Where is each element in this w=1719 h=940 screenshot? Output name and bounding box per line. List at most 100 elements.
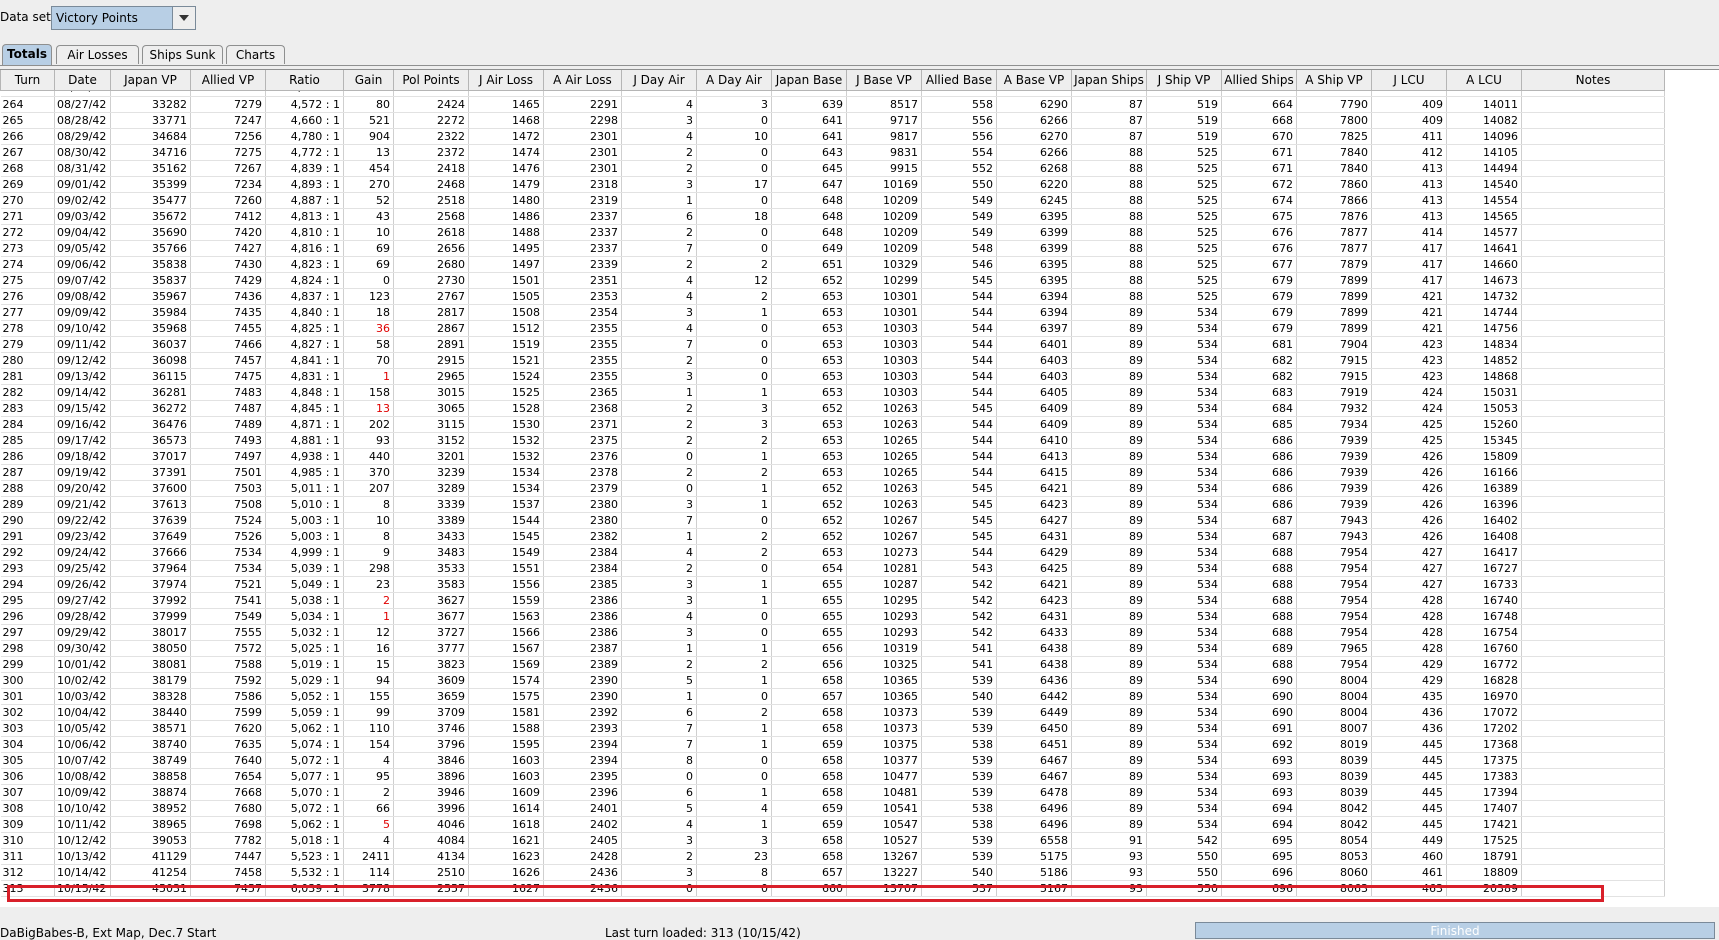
table-cell: 93 bbox=[1071, 864, 1147, 881]
table-row[interactable]: 270 09/02/42 35477 7260 4,887 : 1 52 2518 1480 2… bbox=[0, 192, 1665, 209]
table-row[interactable]: 273 09/05/42 35766 7427 4,816 : 1 69 2656 1495 2… bbox=[0, 240, 1665, 257]
table-row[interactable]: 283 09/15/42 36272 7487 4,845 : 1 13 3065 1528 2… bbox=[0, 400, 1665, 417]
table-cell: 8019 bbox=[1296, 736, 1372, 753]
column-header[interactable]: Allied Base bbox=[921, 70, 997, 91]
chevron-down-icon[interactable] bbox=[172, 7, 195, 29]
table-cell: 409 bbox=[1371, 96, 1447, 113]
table-cell: 521 bbox=[343, 112, 394, 129]
table-row[interactable]: 298 09/30/42 38050 7572 5,025 : 1 16 3777 1567 2… bbox=[0, 640, 1665, 657]
tab-ships-sunk[interactable]: Ships Sunk bbox=[142, 45, 223, 64]
table-row[interactable]: 269 09/01/42 35399 7234 4,893 : 1 270 2468 1479… bbox=[0, 176, 1665, 193]
table-row[interactable]: 309 10/11/42 38965 7698 5,062 : 1 5 4046 1618 24… bbox=[0, 816, 1665, 833]
column-header[interactable]: J Base VP bbox=[846, 70, 922, 91]
table-row[interactable]: 303 10/05/42 38571 7620 5,062 : 1 110 3746 1588… bbox=[0, 720, 1665, 737]
table-row[interactable]: 293 09/25/42 37964 7534 5,039 : 1 298 3533 1551… bbox=[0, 560, 1665, 577]
table-row[interactable]: 300 10/02/42 38179 7592 5,029 : 1 94 3609 1574 2… bbox=[0, 672, 1665, 689]
table-row[interactable]: 296 09/28/42 37999 7549 5,034 : 1 1 3677 1563 23… bbox=[0, 608, 1665, 625]
table-row[interactable]: 279 09/11/42 36037 7466 4,827 : 1 58 2891 1519 2… bbox=[0, 336, 1665, 353]
table-cell: 5 bbox=[343, 816, 394, 833]
column-header[interactable]: A Air Loss bbox=[543, 70, 622, 91]
table-cell: 538 bbox=[921, 816, 997, 833]
column-header[interactable]: J Air Loss bbox=[468, 70, 544, 91]
column-header[interactable]: J Day Air bbox=[621, 70, 697, 91]
column-header[interactable]: Allied VP bbox=[190, 70, 266, 91]
tab-charts[interactable]: Charts bbox=[226, 45, 285, 64]
table-row[interactable]: 278 09/10/42 35968 7455 4,825 : 1 36 2867 1512 2… bbox=[0, 320, 1665, 337]
table-row[interactable]: 266 08/29/42 34684 7256 4,780 : 1 904 2322 1472… bbox=[0, 128, 1665, 145]
column-header[interactable]: Gain bbox=[343, 70, 394, 91]
column-header[interactable]: Japan Base bbox=[771, 70, 847, 91]
table-row[interactable]: 310 10/12/42 39053 7782 5,018 : 1 4 4084 1621 24… bbox=[0, 832, 1665, 849]
table-row[interactable]: 311 10/13/42 41129 7447 5,523 : 1 2411 4134 162… bbox=[0, 848, 1665, 865]
column-header[interactable]: Notes bbox=[1521, 70, 1665, 91]
table-row[interactable]: 292 09/24/42 37666 7534 4,999 : 1 9 3483 1549 23… bbox=[0, 544, 1665, 561]
table-row[interactable]: 264 08/27/42 33282 7279 4,572 : 1 80 2424 1465 2… bbox=[0, 96, 1665, 113]
column-header[interactable]: Turn bbox=[0, 70, 55, 91]
table-row[interactable]: 284 09/16/42 36476 7489 4,871 : 1 202 3115 1530… bbox=[0, 416, 1665, 433]
table-row[interactable]: 290 09/22/42 37639 7524 5,003 : 1 10 3389 1544 2… bbox=[0, 512, 1665, 529]
table-row[interactable]: 307 10/09/42 38874 7668 5,070 : 1 2 3946 1609 23… bbox=[0, 784, 1665, 801]
table-row[interactable]: 274 09/06/42 35838 7430 4,823 : 1 69 2680 1497 2… bbox=[0, 256, 1665, 273]
table-row[interactable]: 304 10/06/42 38740 7635 5,074 : 1 154 3796 1595… bbox=[0, 736, 1665, 753]
table-row[interactable]: 291 09/23/42 37649 7526 5,003 : 1 8 3433 1545 23… bbox=[0, 528, 1665, 545]
table-cell: 534 bbox=[1146, 752, 1222, 769]
column-header[interactable]: J Ship VP bbox=[1146, 70, 1222, 91]
tab-air-losses[interactable]: Air Losses bbox=[56, 45, 139, 64]
table-cell: 5,038 : 1 bbox=[265, 592, 344, 609]
table-cell: 88 bbox=[1071, 192, 1147, 209]
table-row[interactable]: 302 10/04/42 38440 7599 5,059 : 1 99 3709 1581 2… bbox=[0, 704, 1665, 721]
column-header[interactable]: Date bbox=[54, 70, 111, 91]
column-header[interactable]: Japan Ships bbox=[1071, 70, 1147, 91]
column-header[interactable]: A LCU bbox=[1446, 70, 1522, 91]
table-row[interactable]: 306 10/08/42 38858 7654 5,077 : 1 95 3896 1603 2… bbox=[0, 768, 1665, 785]
table-row[interactable]: 286 09/18/42 37017 7497 4,938 : 1 440 3201 1532… bbox=[0, 448, 1665, 465]
table-row[interactable]: 265 08/28/42 33771 7247 4,660 : 1 521 2272 1468… bbox=[0, 112, 1665, 129]
column-header[interactable]: A Ship VP bbox=[1296, 70, 1372, 91]
table-cell: 0 bbox=[696, 240, 772, 257]
table-row[interactable]: 267 08/30/42 34716 7275 4,772 : 1 13 2372 1474 2… bbox=[0, 144, 1665, 161]
table-cell: 426 bbox=[1371, 480, 1447, 497]
table-row[interactable]: 277 09/09/42 35984 7435 4,840 : 1 18 2817 1508 2… bbox=[0, 304, 1665, 321]
tab-totals[interactable]: Totals bbox=[2, 44, 52, 65]
table-row[interactable]: 295 09/27/42 37992 7541 5,038 : 1 2 3627 1559 23… bbox=[0, 592, 1665, 609]
totals-table-viewport[interactable]: Turn Date Japan VP Allied VP Ratio Gain Pol Po… bbox=[0, 69, 1719, 907]
column-header[interactable]: Allied Ships bbox=[1221, 70, 1297, 91]
table-row[interactable]: 301 10/03/42 38328 7586 5,052 : 1 155 3659 1575… bbox=[0, 688, 1665, 705]
table-row[interactable]: 312 10/14/42 41254 7458 5,532 : 1 114 2510 1626… bbox=[0, 864, 1665, 881]
table-cell bbox=[1521, 384, 1665, 401]
table-row[interactable]: 271 09/03/42 35672 7412 4,813 : 1 43 2568 1486 2… bbox=[0, 208, 1665, 225]
table-row[interactable]: 297 09/29/42 38017 7555 5,032 : 1 12 3727 1566 2… bbox=[0, 624, 1665, 641]
table-row[interactable]: 268 08/31/42 35162 7267 4,839 : 1 454 2418 1476… bbox=[0, 160, 1665, 177]
table-row[interactable]: 275 09/07/42 35837 7429 4,824 : 1 0 2730 1501 23… bbox=[0, 272, 1665, 289]
column-header[interactable]: A Day Air bbox=[696, 70, 772, 91]
table-cell: 2891 bbox=[393, 336, 469, 353]
table-row[interactable]: 288 09/20/42 37600 7503 5,011 : 1 207 3289 1534… bbox=[0, 480, 1665, 497]
table-row[interactable]: 299 10/01/42 38081 7588 5,019 : 1 15 3823 1569 2… bbox=[0, 656, 1665, 673]
table-cell: 09/23/42 bbox=[54, 528, 111, 545]
column-header[interactable]: A Base VP bbox=[996, 70, 1072, 91]
table-row[interactable]: 285 09/17/42 36573 7493 4,881 : 1 93 3152 1532 2… bbox=[0, 432, 1665, 449]
table-row[interactable]: 308 10/10/42 38952 7680 5,072 : 1 66 3996 1614 2… bbox=[0, 800, 1665, 817]
column-header[interactable]: J LCU bbox=[1371, 70, 1447, 91]
table-cell: 679 bbox=[1221, 288, 1297, 305]
table-row[interactable]: 272 09/04/42 35690 7420 4,810 : 1 10 2618 1488 2… bbox=[0, 224, 1665, 241]
table-row[interactable]: 313 10/15/42 45031 7457 6,039 : 1 3778 2557 162… bbox=[0, 880, 1665, 897]
dataset-select[interactable]: Victory Points bbox=[51, 6, 196, 30]
column-header[interactable]: Pol Points bbox=[393, 70, 469, 91]
table-cell: 14868 bbox=[1446, 368, 1522, 385]
table-cell: 534 bbox=[1146, 800, 1222, 817]
table-row[interactable]: 280 09/12/42 36098 7457 4,841 : 1 70 2915 1521 2… bbox=[0, 352, 1665, 369]
table-cell: 1508 bbox=[468, 304, 544, 321]
table-row[interactable]: 282 09/14/42 36281 7483 4,848 : 1 158 3015 1525… bbox=[0, 384, 1665, 401]
table-row[interactable]: 305 10/07/42 38749 7640 5,072 : 1 4 3846 1603 23… bbox=[0, 752, 1665, 769]
table-row[interactable]: 276 09/08/42 35967 7436 4,837 : 1 123 2767 1505… bbox=[0, 288, 1665, 305]
column-header[interactable]: Ratio bbox=[265, 70, 344, 91]
table-row[interactable]: 294 09/26/42 37974 7521 5,049 : 1 23 3583 1556 2… bbox=[0, 576, 1665, 593]
table-row[interactable]: 289 09/21/42 37613 7508 5,010 : 1 8 3339 1537 23… bbox=[0, 496, 1665, 513]
column-header[interactable]: Japan VP bbox=[110, 70, 191, 91]
table-cell: 5,018 : 1 bbox=[265, 832, 344, 849]
table-row[interactable]: 281 09/13/42 36115 7475 4,831 : 1 1 2965 1524 23… bbox=[0, 368, 1665, 385]
table-row[interactable]: 287 09/19/42 37391 7501 4,985 : 1 370 3239 1534… bbox=[0, 464, 1665, 481]
table-cell: 653 bbox=[771, 448, 847, 465]
table-cell: 289 bbox=[0, 496, 55, 513]
